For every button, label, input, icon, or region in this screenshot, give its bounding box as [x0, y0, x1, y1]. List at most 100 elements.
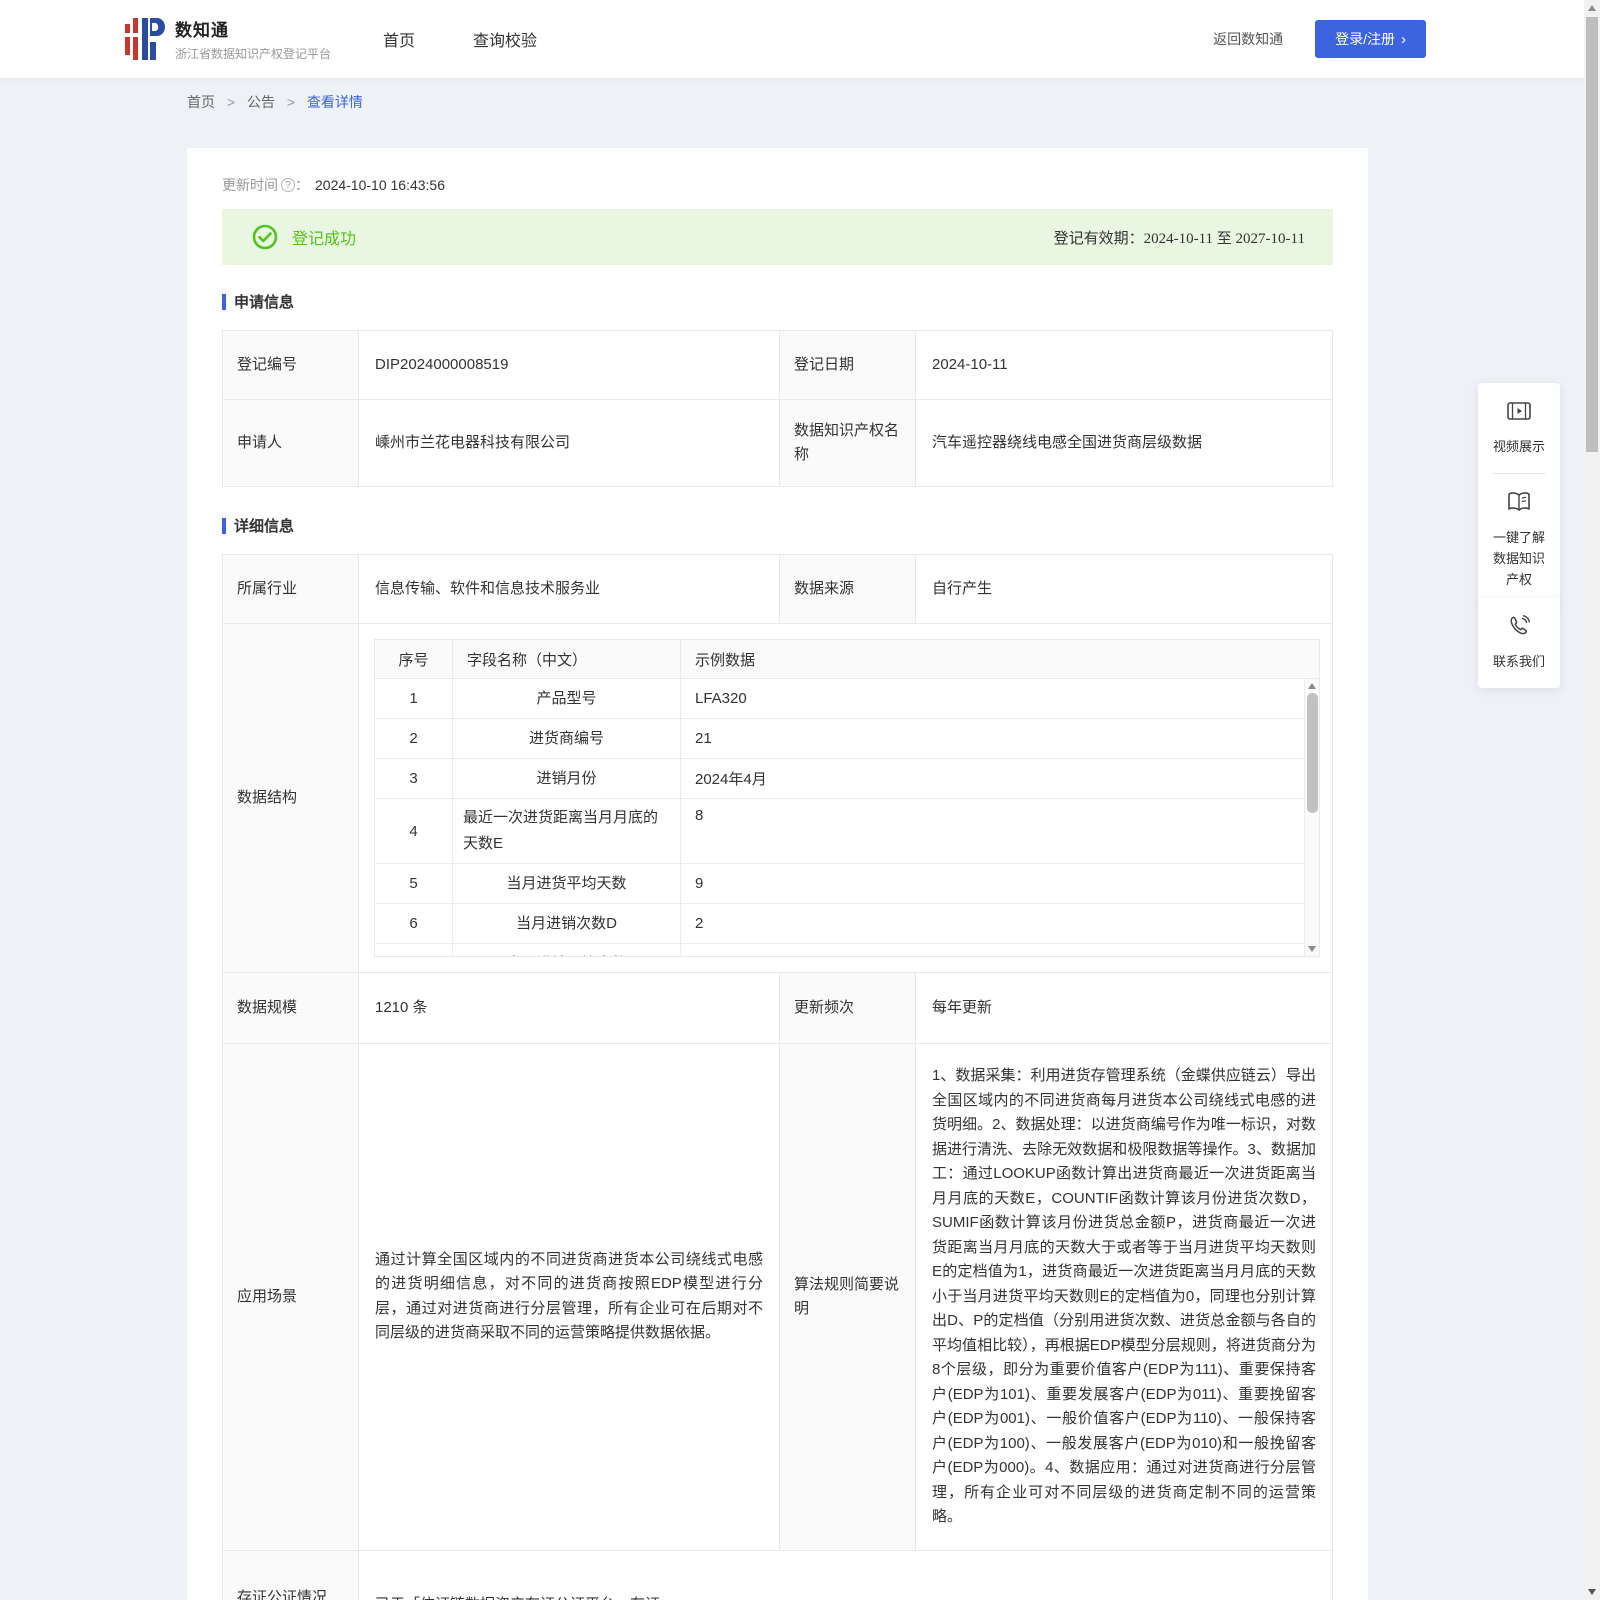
reg-date-value: 2024-10-11 [916, 331, 1332, 399]
logo-icon [125, 16, 165, 62]
main-nav: 首页 查询校验 [383, 27, 537, 51]
back-to-shuzhitong-link[interactable]: 返回数知通 [1213, 29, 1283, 49]
notary-label: 存证公证情况 [223, 1550, 358, 1600]
row-index: 1 [375, 679, 453, 718]
col-index-header: 序号 [375, 640, 453, 678]
book-icon [1506, 490, 1532, 514]
structure-table: 序号 字段名称（中文） 示例数据 1 产品型号 LFA320 2 进货商编号 2… [374, 639, 1320, 957]
section-application-title: 申请信息 [222, 291, 1333, 312]
industry-value: 信息传输、软件和信息技术服务业 [359, 555, 779, 623]
side-panel-top: 视频展示 一键了解数据知识产权 [1478, 383, 1560, 606]
scale-value: 1210 条 [359, 973, 779, 1043]
table-row: 2 进货商编号 21 [375, 719, 1304, 759]
registration-status-text: 登记成功 [292, 231, 357, 248]
breadcrumb-announcement[interactable]: 公告 [247, 94, 275, 110]
update-time-row: 更新时间 ? ： 2024-10-10 16:43:56 [222, 175, 1333, 195]
breadcrumb-home[interactable]: 首页 [187, 94, 215, 110]
scenario-label: 应用场景 [223, 1044, 358, 1550]
learn-dip-label: 一键了解数据知识产权 [1492, 530, 1545, 587]
learn-dip-button[interactable]: 一键了解数据知识产权 [1483, 490, 1555, 590]
table-row: 4 最近一次进货距离当月月底的天数E 8 [375, 799, 1304, 864]
video-icon [1506, 399, 1532, 423]
frequency-value: 每年更新 [916, 973, 1332, 1043]
validity-label: 登记有效期： [1053, 230, 1144, 247]
applicant-label: 申请人 [223, 400, 358, 486]
scrollbar-thumb[interactable] [1307, 693, 1318, 813]
col-fieldname-header: 字段名称（中文） [453, 640, 681, 678]
section-bar [222, 517, 226, 534]
login-register-label: 登录/注册 [1335, 31, 1395, 47]
update-time-value: 2024-10-10 16:43:56 [315, 177, 445, 193]
structure-table-wrapper: 序号 字段名称（中文） 示例数据 1 产品型号 LFA320 2 进货商编号 2… [359, 624, 1332, 972]
page-scrollbar[interactable] [1584, 0, 1600, 1600]
row-fieldname: 进销月份 [453, 759, 681, 798]
contact-us-button[interactable]: 联系我们 [1483, 614, 1555, 672]
section-application-label: 申请信息 [234, 294, 295, 311]
row-sample: 2024年4月 [695, 771, 767, 788]
row-fieldname: 当月进货平均天数 [453, 864, 681, 903]
breadcrumb-separator: > [286, 94, 296, 110]
nav-home[interactable]: 首页 [383, 27, 415, 51]
breadcrumb-separator: > [226, 94, 236, 110]
section-bar [222, 293, 226, 310]
scale-label: 数据规模 [223, 973, 358, 1043]
registration-status-banner: 登记成功 登记有效期：2024-10-11 至 2027-10-11 [222, 209, 1333, 265]
dip-name-label: 数据知识产权名称 [780, 400, 915, 486]
validity-value: 2024-10-11 至 2027-10-11 [1143, 230, 1305, 247]
row-sample: 9 [695, 875, 704, 892]
section-detail-title: 详细信息 [222, 515, 1333, 536]
logo-title: 数知通 [175, 21, 229, 40]
table-row: 1 产品型号 LFA320 [375, 679, 1304, 719]
login-register-button[interactable]: 登录/注册 › [1315, 20, 1426, 58]
reg-date-label: 登记日期 [780, 331, 915, 399]
structure-table-scrollbar[interactable] [1304, 679, 1319, 956]
side-panel-contact: 联系我们 [1478, 598, 1560, 688]
row-fieldname: 最近一次进货距离当月月底的天数E [453, 799, 681, 863]
row-index: 3 [375, 759, 453, 798]
row-index: 6 [375, 904, 453, 943]
reg-number-label: 登记编号 [223, 331, 358, 399]
divider [1492, 473, 1546, 474]
update-time-label: 更新时间 [222, 177, 278, 193]
video-demo-button[interactable]: 视频展示 [1483, 399, 1555, 457]
structure-label: 数据结构 [223, 624, 358, 972]
row-index: 4 [375, 799, 453, 863]
applicant-value: 嵊州市兰花电器科技有限公司 [359, 400, 779, 486]
scroll-up-icon[interactable] [1587, 5, 1596, 11]
row-sample: LFA320 [695, 690, 747, 707]
nav-query-verify[interactable]: 查询校验 [473, 27, 537, 51]
structure-table-body: 1 产品型号 LFA320 2 进货商编号 21 3 进销月份 2024年4月 … [375, 678, 1319, 956]
row-fieldname: 当月进销次数D [453, 904, 681, 943]
row-sample: 2.4 [681, 944, 1304, 956]
row-sample: 8 [695, 807, 704, 824]
frequency-label: 更新频次 [780, 973, 915, 1043]
page-scrollbar-thumb[interactable] [1586, 17, 1598, 452]
logo-subtitle: 浙江省数据知识产权登记平台 [175, 47, 332, 61]
video-demo-label: 视频展示 [1492, 439, 1545, 454]
top-header: 数知通 浙江省数据知识产权登记平台 首页 查询校验 返回数知通 登录/注册 › [0, 0, 1600, 78]
logo[interactable]: 数知通 浙江省数据知识产权登记平台 [125, 16, 331, 62]
scenario-value: 通过计算全国区域内的不同进货商进货本公司绕线式电感的进货明细信息，对不同的进货商… [359, 1044, 779, 1550]
source-label: 数据来源 [780, 555, 915, 623]
table-row: 7 当月进销平均次数 2.4 [375, 944, 1304, 956]
industry-label: 所属行业 [223, 555, 358, 623]
breadcrumb: 首页 > 公告 > 查看详情 [0, 78, 1600, 112]
col-sample-header: 示例数据 [695, 651, 756, 669]
detail-card: 更新时间 ? ： 2024-10-10 16:43:56 登记成功 登记有效期：… [187, 148, 1368, 1600]
breadcrumb-current: 查看详情 [306, 94, 363, 110]
application-table: 登记编号 DIP2024000008519 登记日期 2024-10-11 申请… [222, 330, 1333, 487]
notary-value: 已于「信证链数据资产存证公证平台」存证 [359, 1550, 1332, 1600]
row-fieldname: 当月进销平均次数 [453, 944, 681, 956]
help-icon[interactable]: ? [281, 178, 295, 192]
scroll-down-icon[interactable] [1587, 1589, 1596, 1595]
success-check-icon [252, 224, 278, 250]
chevron-right-icon: › [1401, 30, 1406, 48]
table-row: 5 当月进货平均天数 9 [375, 864, 1304, 904]
scroll-up-icon[interactable] [1308, 683, 1316, 689]
structure-table-header: 序号 字段名称（中文） 示例数据 [375, 640, 1319, 678]
reg-number-value: DIP2024000008519 [359, 331, 779, 399]
scroll-down-icon[interactable] [1308, 946, 1316, 952]
detail-table: 所属行业 信息传输、软件和信息技术服务业 数据来源 自行产生 数据结构 序号 字… [222, 554, 1333, 1600]
row-sample: 21 [695, 730, 712, 747]
update-time-colon: ： [295, 177, 309, 193]
